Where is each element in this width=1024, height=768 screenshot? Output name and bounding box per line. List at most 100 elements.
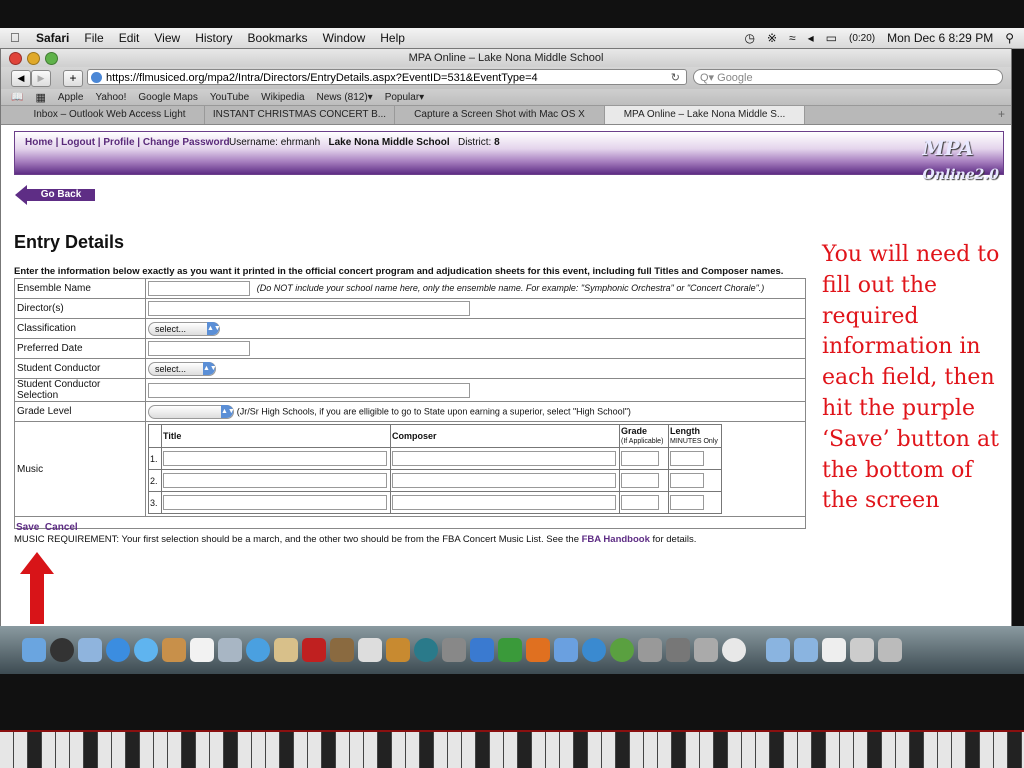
- excel-icon[interactable]: [498, 638, 522, 662]
- music-composer-input-1[interactable]: [392, 451, 616, 466]
- music-grade-input-1[interactable]: [621, 451, 659, 466]
- music-row-number: 2.: [148, 469, 162, 492]
- music-length-header: Length MINUTES Only: [668, 424, 722, 448]
- stack-icon[interactable]: [850, 638, 874, 662]
- hp-printer-icon[interactable]: [694, 638, 718, 662]
- tab-christmas-concert[interactable]: INSTANT CHRISTMAS CONCERT B...: [205, 106, 395, 124]
- music-title-input-1[interactable]: [163, 451, 387, 466]
- ensemble-name-input[interactable]: [148, 281, 250, 296]
- change-password-link[interactable]: Change Password: [143, 137, 230, 148]
- bookmark-wikipedia[interactable]: Wikipedia: [261, 92, 304, 103]
- bookmark-yahoo[interactable]: Yahoo!: [95, 92, 126, 103]
- ichat-icon[interactable]: [134, 638, 158, 662]
- powerpoint-icon[interactable]: [526, 638, 550, 662]
- zoom-window-icon[interactable]: [45, 52, 58, 65]
- logout-link[interactable]: Logout: [61, 137, 95, 148]
- music-length-input-1[interactable]: [670, 451, 704, 466]
- music-grade-input-3[interactable]: [621, 495, 659, 510]
- time-machine-icon[interactable]: ◷: [745, 31, 755, 45]
- search-field[interactable]: Q▾ Google: [693, 69, 1003, 85]
- finder-icon[interactable]: [22, 638, 46, 662]
- piano-key: [28, 732, 42, 768]
- camera-icon[interactable]: [666, 638, 690, 662]
- menu-edit[interactable]: Edit: [119, 31, 140, 45]
- word-icon[interactable]: [470, 638, 494, 662]
- bluetooth-icon[interactable]: ※: [767, 31, 777, 45]
- dashboard-icon[interactable]: [50, 638, 74, 662]
- new-tab-icon[interactable]: +: [998, 107, 1005, 121]
- tab-screenshot-help[interactable]: Capture a Screen Shot with Mac OS X: [395, 106, 605, 124]
- menu-history[interactable]: History: [195, 31, 232, 45]
- reload-icon[interactable]: ↻: [671, 70, 680, 84]
- tab-mpa-online[interactable]: MPA Online – Lake Nona Middle S...: [605, 106, 805, 124]
- music-composer-input-3[interactable]: [392, 495, 616, 510]
- add-bookmark-button[interactable]: +: [63, 70, 83, 87]
- battery-icon[interactable]: ▭: [826, 31, 837, 45]
- bookmark-google-maps[interactable]: Google Maps: [138, 92, 197, 103]
- apple-menu-icon[interactable]: : [10, 30, 20, 45]
- grade-level-label: Grade Level: [14, 401, 146, 422]
- iphoto-icon[interactable]: [274, 638, 298, 662]
- home-link[interactable]: Home: [25, 137, 53, 148]
- bookmark-news[interactable]: News (812)▾: [317, 92, 373, 103]
- preferred-date-input[interactable]: [148, 341, 250, 356]
- directors-input[interactable]: [148, 301, 470, 316]
- documents-folder-icon[interactable]: [794, 638, 818, 662]
- student-conductor-selection-input[interactable]: [148, 382, 470, 398]
- ical-icon[interactable]: [190, 638, 214, 662]
- music-title-input-2[interactable]: [163, 473, 387, 488]
- wifi-icon[interactable]: ≈: [789, 31, 796, 45]
- music-length-input-2[interactable]: [670, 473, 704, 488]
- menu-safari[interactable]: Safari: [36, 31, 69, 45]
- close-window-icon[interactable]: [9, 52, 22, 65]
- photo-booth-icon[interactable]: [302, 638, 326, 662]
- bookmark-youtube[interactable]: YouTube: [210, 92, 249, 103]
- image-capture-icon[interactable]: [330, 638, 354, 662]
- book-icon[interactable]: 📖: [11, 92, 23, 103]
- menu-help[interactable]: Help: [380, 31, 405, 45]
- music-title-input-3[interactable]: [163, 495, 387, 510]
- trash-icon[interactable]: [878, 638, 902, 662]
- messenger-icon[interactable]: [582, 638, 606, 662]
- bookmark-popular[interactable]: Popular▾: [385, 92, 425, 103]
- system-preferences-icon[interactable]: [442, 638, 466, 662]
- time-machine-icon[interactable]: [414, 638, 438, 662]
- menu-window[interactable]: Window: [323, 31, 366, 45]
- music-composer-input-2[interactable]: [392, 473, 616, 488]
- volume-icon[interactable]: ◂: [808, 31, 814, 45]
- bulb-icon[interactable]: [722, 638, 746, 662]
- cancel-button[interactable]: Cancel: [45, 522, 78, 533]
- student-conductor-select[interactable]: select... ▲▼: [148, 361, 217, 376]
- menu-file[interactable]: File: [84, 31, 103, 45]
- bookmark-apple[interactable]: Apple: [58, 92, 84, 103]
- calculator-icon[interactable]: [638, 638, 662, 662]
- top-sites-grid-icon[interactable]: ▦: [35, 91, 45, 104]
- safari-icon[interactable]: [106, 638, 130, 662]
- entourage-icon[interactable]: [554, 638, 578, 662]
- garageband-icon[interactable]: [386, 638, 410, 662]
- menu-bookmarks[interactable]: Bookmarks: [248, 31, 308, 45]
- music-grade-input-2[interactable]: [621, 473, 659, 488]
- fba-handbook-link[interactable]: FBA Handbook: [582, 534, 650, 545]
- minimize-window-icon[interactable]: [27, 52, 40, 65]
- address-book-icon[interactable]: [162, 638, 186, 662]
- classification-select[interactable]: select... ▲▼: [148, 321, 221, 336]
- grade-level-select[interactable]: ▲▼: [148, 404, 235, 419]
- imovie-icon[interactable]: [358, 638, 382, 662]
- save-button[interactable]: Save: [16, 522, 39, 533]
- spotlight-icon[interactable]: ⚲: [1005, 31, 1014, 45]
- music-length-input-3[interactable]: [670, 495, 704, 510]
- profile-link[interactable]: Profile: [103, 137, 134, 148]
- mail-icon[interactable]: [78, 638, 102, 662]
- address-bar[interactable]: https://flmusiced.org/mpa2/Intra/Directo…: [87, 69, 687, 85]
- document-icon[interactable]: [822, 638, 846, 662]
- menu-view[interactable]: View: [154, 31, 180, 45]
- itunes-icon[interactable]: [246, 638, 270, 662]
- preview-icon[interactable]: [218, 638, 242, 662]
- clock[interactable]: Mon Dec 6 8:29 PM: [887, 31, 993, 45]
- forward-button[interactable]: ▶: [31, 70, 51, 87]
- applications-folder-icon[interactable]: [766, 638, 790, 662]
- tab-outlook[interactable]: Inbox – Outlook Web Access Light: [15, 106, 205, 124]
- network-icon[interactable]: [610, 638, 634, 662]
- back-button[interactable]: ◀: [11, 70, 31, 87]
